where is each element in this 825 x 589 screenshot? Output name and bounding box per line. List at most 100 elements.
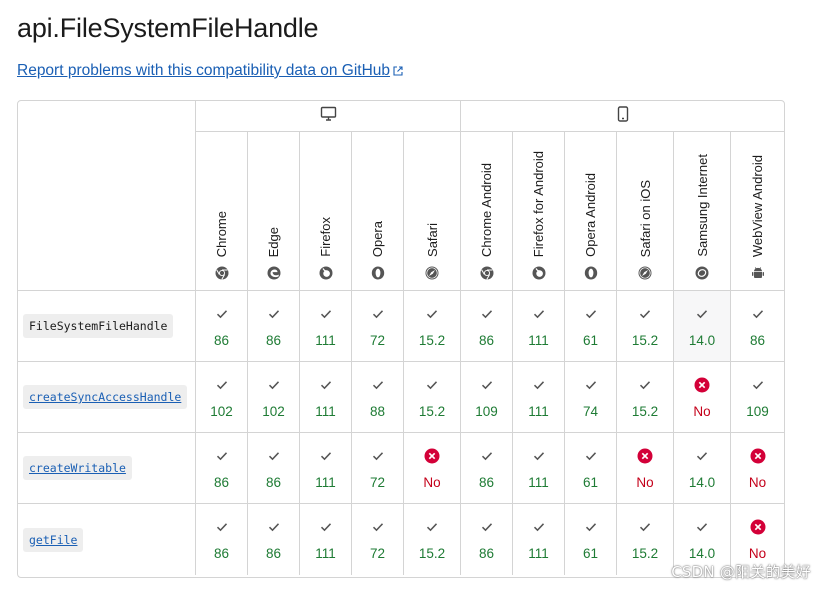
version-text: 15.2 <box>418 333 446 348</box>
support-cell[interactable]: 14.0 <box>674 433 731 504</box>
version-text: 15.2 <box>631 546 659 561</box>
support-cell[interactable]: No <box>731 433 784 504</box>
external-link-icon <box>393 63 403 81</box>
version-text: 86 <box>478 546 495 561</box>
firefox-icon <box>319 266 333 280</box>
support-cell[interactable]: 109 <box>731 362 784 433</box>
check-icon <box>268 518 280 536</box>
support-cell[interactable]: 15.2 <box>617 362 674 433</box>
report-problems-link[interactable]: Report problems with this compatibility … <box>17 62 403 81</box>
support-cell[interactable]: 111 <box>513 291 565 362</box>
support-cell[interactable]: 72 <box>352 433 404 504</box>
support-cell[interactable]: No <box>404 433 461 504</box>
version-text: 86 <box>749 333 766 348</box>
version-text: 102 <box>262 404 285 419</box>
support-cell[interactable]: 86 <box>248 291 300 362</box>
support-cell[interactable]: No <box>674 362 731 433</box>
support-cell[interactable]: No <box>617 433 674 504</box>
support-cell[interactable]: 61 <box>565 291 617 362</box>
support-cell[interactable]: 15.2 <box>404 291 461 362</box>
safari-icon <box>638 266 652 280</box>
mobile-icon <box>617 105 629 127</box>
support-cell[interactable]: 86 <box>461 291 513 362</box>
support-cell[interactable]: 111 <box>513 433 565 504</box>
version-text: 86 <box>265 333 282 348</box>
feature-name-cell: getFile <box>18 504 196 575</box>
feature-name-cell: createWritable <box>18 433 196 504</box>
no-support-icon <box>750 518 766 536</box>
support-cell[interactable]: 111 <box>300 362 352 433</box>
support-cell[interactable]: 74 <box>565 362 617 433</box>
check-icon <box>481 447 493 465</box>
browser-name: Chrome Android <box>479 163 494 257</box>
support-cell[interactable]: 86 <box>248 504 300 575</box>
support-cell[interactable]: 86 <box>196 504 248 575</box>
browser-name: Opera Android <box>583 173 598 257</box>
browser-header: Opera <box>352 132 404 291</box>
check-icon <box>533 376 545 394</box>
safari-icon <box>425 266 439 280</box>
support-cell[interactable]: 61 <box>565 504 617 575</box>
support-cell[interactable]: 111 <box>300 433 352 504</box>
browser-name: Samsung Internet <box>694 154 710 257</box>
check-icon <box>585 518 597 536</box>
check-icon <box>372 376 384 394</box>
support-cell[interactable]: 72 <box>352 291 404 362</box>
support-cell[interactable]: 111 <box>300 504 352 575</box>
support-cell[interactable]: 72 <box>352 504 404 575</box>
check-icon <box>639 305 651 323</box>
version-text: 74 <box>582 404 599 419</box>
version-text: 86 <box>213 475 230 490</box>
version-text: 111 <box>528 404 549 419</box>
version-text: 86 <box>213 546 230 561</box>
browser-name: WebView Android <box>750 154 765 257</box>
check-icon <box>372 305 384 323</box>
support-cell[interactable]: 14.0 <box>674 291 731 362</box>
feature-link[interactable]: createWritable <box>23 456 132 480</box>
support-cell[interactable]: 15.2 <box>617 291 674 362</box>
version-text: 86 <box>478 475 495 490</box>
check-icon <box>585 447 597 465</box>
check-icon <box>639 376 651 394</box>
browser-header: Safari <box>404 132 461 291</box>
check-icon <box>320 305 332 323</box>
support-cell[interactable]: 109 <box>461 362 513 433</box>
support-cell[interactable]: 86 <box>731 291 784 362</box>
version-text: No <box>636 475 654 490</box>
support-cell[interactable]: 86 <box>196 291 248 362</box>
support-cell[interactable]: 111 <box>513 504 565 575</box>
check-icon <box>696 518 708 536</box>
check-icon <box>372 518 384 536</box>
browser-header: Chrome <box>196 132 248 291</box>
support-cell[interactable]: 111 <box>513 362 565 433</box>
feature-link[interactable]: getFile <box>23 527 84 552</box>
watermark: CSDN @阳关的美好 <box>671 563 811 581</box>
check-icon <box>426 376 438 394</box>
support-cell[interactable]: 111 <box>300 291 352 362</box>
support-cell[interactable]: 86 <box>461 433 513 504</box>
support-cell[interactable]: 61 <box>565 433 617 504</box>
feature-link[interactable]: createSyncAccessHandle <box>23 385 188 409</box>
support-cell[interactable]: 86 <box>248 433 300 504</box>
support-cell[interactable]: 15.2 <box>404 504 461 575</box>
support-cell[interactable]: 102 <box>248 362 300 433</box>
support-cell[interactable]: 15.2 <box>404 362 461 433</box>
support-cell[interactable]: 102 <box>196 362 248 433</box>
support-cell[interactable]: 15.2 <box>617 504 674 575</box>
version-text: 15.2 <box>418 404 446 419</box>
browser-header: Edge <box>248 132 300 291</box>
support-cell[interactable]: 86 <box>196 433 248 504</box>
check-icon <box>372 447 384 465</box>
check-icon <box>268 305 280 323</box>
check-icon <box>216 376 228 394</box>
version-text: 14.0 <box>688 546 716 561</box>
table-corner <box>18 101 196 291</box>
report-link-label: Report problems with this compatibility … <box>17 62 391 79</box>
version-text: 72 <box>369 546 386 561</box>
support-cell[interactable]: 88 <box>352 362 404 433</box>
browser-name: Firefox for Android <box>531 150 546 257</box>
version-text: 86 <box>213 333 230 348</box>
version-text: 111 <box>315 333 336 348</box>
samsung-icon <box>695 266 709 280</box>
support-cell[interactable]: 86 <box>461 504 513 575</box>
